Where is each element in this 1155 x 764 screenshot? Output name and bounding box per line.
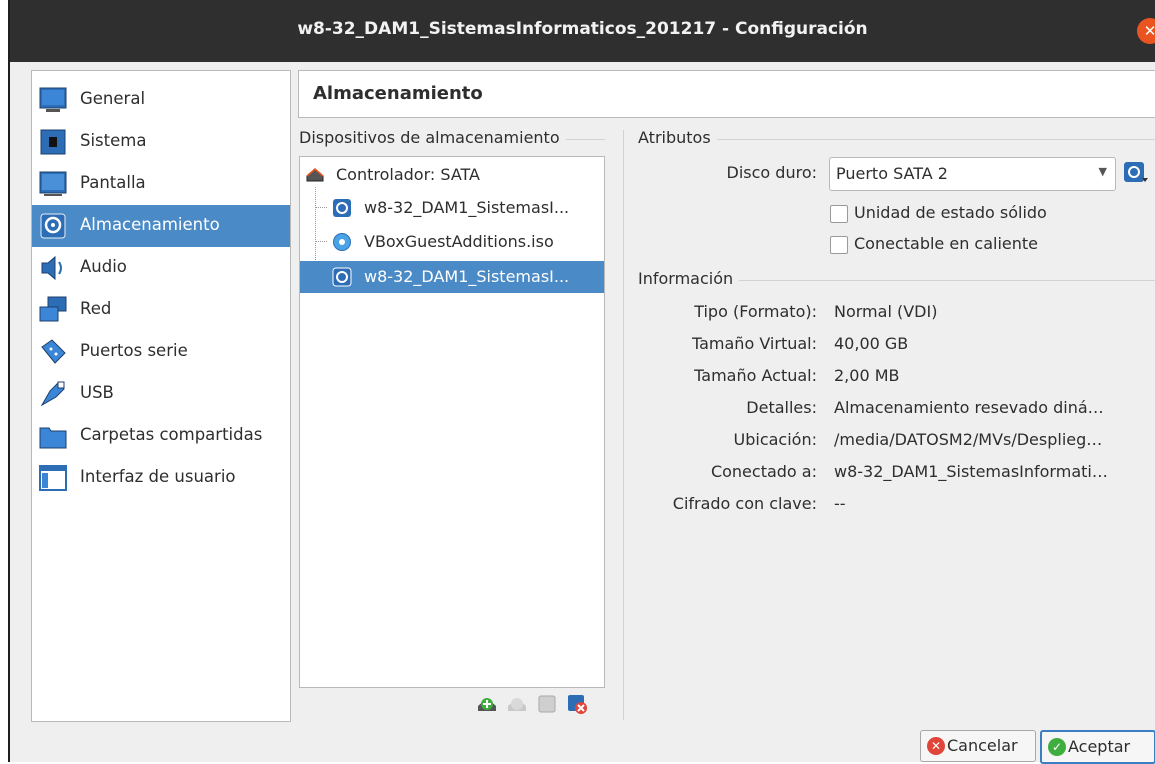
nav-label: Carpetas compartidas xyxy=(80,425,263,444)
cancel-button[interactable]: ✕ Cancelar xyxy=(920,730,1036,762)
info-label: Ubicación: xyxy=(733,430,817,449)
speaker-icon xyxy=(41,255,62,281)
nav-item-usb[interactable]: USB xyxy=(32,373,290,415)
nav-item-red[interactable]: Red xyxy=(32,289,290,331)
info-label: Tipo (Formato): xyxy=(694,302,817,321)
nav-item-audio[interactable]: Audio xyxy=(32,247,290,289)
nav-label: USB xyxy=(80,383,114,402)
nav-label: Pantalla xyxy=(80,173,146,192)
add-attachment-icon[interactable] xyxy=(536,693,558,715)
storage-tree: Controlador: SATA w8-32_DAM1_SistemasI..… xyxy=(299,156,605,688)
divider xyxy=(623,130,624,720)
info-value: /media/DATOSM2/MVs/Desplieg… xyxy=(834,430,1103,449)
network-icon xyxy=(39,296,67,322)
disk-label: Disco duro: xyxy=(726,163,817,182)
tree-label: Controlador: SATA xyxy=(336,165,480,184)
serial-port-icon xyxy=(41,339,66,364)
info-value: -- xyxy=(834,494,846,513)
accept-label: Aceptar xyxy=(1068,737,1131,756)
hotplug-checkbox[interactable] xyxy=(830,236,848,254)
info-label: Tamaño Actual: xyxy=(694,366,817,385)
tree-label: VBoxGuestAdditions.iso xyxy=(364,232,554,251)
window-icon xyxy=(39,465,67,491)
nav-label: Red xyxy=(80,299,112,318)
nav-label: Interfaz de usuario xyxy=(80,467,236,486)
check-icon: ✓ xyxy=(1048,738,1066,756)
ssd-label: Unidad de estado sólido xyxy=(854,203,1047,222)
nav-item-general[interactable]: General xyxy=(32,79,290,121)
nav-item-almacenamiento[interactable]: Almacenamiento xyxy=(32,205,290,247)
attributes-group-title: Atributos xyxy=(638,128,717,147)
hotplug-label: Conectable en caliente xyxy=(854,234,1039,253)
choose-disk-icon[interactable] xyxy=(1122,160,1148,186)
disk-slot-select[interactable]: Puerto SATA 2 ▼ xyxy=(829,157,1116,191)
chip-icon xyxy=(40,129,66,155)
info-label: Detalles: xyxy=(746,398,817,417)
tree-label: w8-32_DAM1_SistemasI... xyxy=(364,267,570,286)
nav-item-carpetas-compartidas[interactable]: Carpetas compartidas xyxy=(32,415,290,457)
close-icon: ✕ xyxy=(1143,22,1155,40)
close-button[interactable]: ✕ xyxy=(1137,18,1155,44)
remove-controller-icon[interactable] xyxy=(506,693,528,715)
disk-icon xyxy=(40,213,66,239)
tree-device-disk[interactable]: w8-32_DAM1_SistemasI... xyxy=(300,192,604,224)
info-label: Cifrado con clave: xyxy=(672,494,817,513)
info-label: Conectado a: xyxy=(710,462,817,481)
nav-item-pantalla[interactable]: Pantalla xyxy=(32,163,290,205)
page-header: Almacenamiento xyxy=(298,70,1155,118)
monitor-icon xyxy=(39,87,67,112)
settings-dialog: General Sistema Pantalla Almacenamiento … xyxy=(10,62,1155,764)
nav-item-puertos-serie[interactable]: Puertos serie xyxy=(32,331,290,373)
folder-icon xyxy=(39,427,67,449)
nav-label: Audio xyxy=(80,257,127,276)
page-title: Almacenamiento xyxy=(313,83,483,104)
chevron-down-icon: ▼ xyxy=(1098,165,1107,178)
cancel-label: Cancelar xyxy=(947,736,1018,755)
display-icon xyxy=(39,171,67,196)
title-bar: w8-32_DAM1_SistemasInformaticos_201217 -… xyxy=(10,0,1155,62)
hard-disk-icon xyxy=(333,199,351,217)
info-value: 40,00 GB xyxy=(834,334,909,353)
nav-item-sistema[interactable]: Sistema xyxy=(32,121,290,163)
optical-disc-icon xyxy=(333,233,351,251)
disk-slot-value: Puerto SATA 2 xyxy=(836,164,948,183)
nav-item-interfaz-usuario[interactable]: Interfaz de usuario xyxy=(32,457,290,499)
info-group-title: Información xyxy=(638,269,740,288)
info-value: w8-32_DAM1_SistemasInformati… xyxy=(834,462,1108,481)
ssd-checkbox[interactable] xyxy=(830,205,848,223)
add-controller-icon[interactable] xyxy=(476,693,498,715)
storage-group-title: Dispositivos de almacenamiento xyxy=(299,128,566,147)
nav-label: Almacenamiento xyxy=(80,215,220,234)
tree-device-optical[interactable]: VBoxGuestAdditions.iso xyxy=(300,226,604,258)
tree-label: w8-32_DAM1_SistemasI... xyxy=(364,198,570,217)
info-value: Almacenamiento resevado diná… xyxy=(834,398,1104,417)
info-value: Normal (VDI) xyxy=(834,302,938,321)
info-value: 2,00 MB xyxy=(834,366,900,385)
nav-label: Sistema xyxy=(80,131,147,150)
tree-controller-sata[interactable]: Controlador: SATA xyxy=(300,159,604,191)
settings-nav-list: General Sistema Pantalla Almacenamiento … xyxy=(31,70,291,722)
usb-icon xyxy=(40,381,65,407)
accept-button[interactable]: ✓ Aceptar xyxy=(1040,730,1155,764)
controller-icon xyxy=(306,168,324,182)
tree-device-disk-selected[interactable]: w8-32_DAM1_SistemasI... xyxy=(300,261,604,293)
nav-label: Puertos serie xyxy=(80,341,188,360)
hard-disk-icon xyxy=(332,267,352,287)
nav-label: General xyxy=(80,89,146,108)
remove-attachment-icon[interactable] xyxy=(566,693,588,715)
cancel-icon: ✕ xyxy=(927,737,945,755)
window-title: w8-32_DAM1_SistemasInformaticos_201217 -… xyxy=(297,19,868,39)
info-label: Tamaño Virtual: xyxy=(691,334,817,353)
